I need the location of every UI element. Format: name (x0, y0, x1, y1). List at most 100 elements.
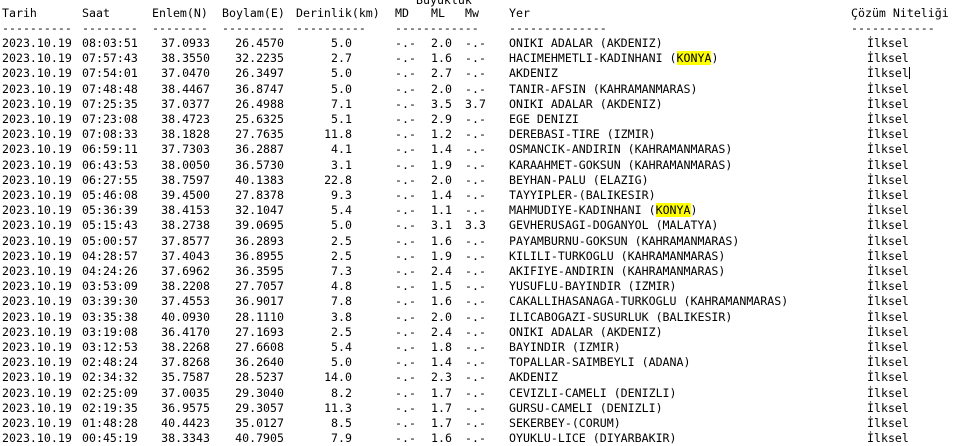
cell-date: 2023.10.19 (2, 127, 72, 142)
cell-quality: İlksel (867, 218, 909, 233)
cell-date: 2023.10.19 (2, 248, 72, 263)
rule-magnitude: ------------ (395, 21, 479, 35)
cell-lat: 37.4553 (161, 294, 210, 309)
cell-md: -.- (395, 142, 416, 157)
cell-mw: -.- (465, 340, 486, 354)
cell-time: 06:43:53 (82, 157, 138, 172)
cell-time: 07:23:08 (82, 112, 138, 126)
cell-depth: 7.3 (331, 264, 352, 278)
cell-depth: 7.1 (331, 96, 352, 111)
cell-time: 04:24:26 (82, 264, 138, 278)
cell-ml: 2.4 (431, 264, 452, 278)
cell-quality: İlksel (867, 96, 909, 111)
cell-depth: 2.5 (331, 324, 352, 339)
cell-date: 2023.10.19 (2, 142, 72, 157)
cell-location: ONIKI ADALAR (AKDENIZ) (509, 96, 663, 111)
cell-location: GURSU-CAMELI (DENIZLI) (509, 400, 663, 415)
cell-depth: 5.0 (331, 66, 352, 81)
cell-date: 2023.10.19 (2, 51, 72, 66)
cell-quality: İlksel (867, 142, 909, 157)
cell-date: 2023.10.19 (2, 157, 72, 172)
cell-time: 03:35:38 (82, 309, 138, 324)
cell-quality: İlksel (867, 203, 909, 218)
cell-lat: 38.0050 (161, 157, 210, 172)
cell-date: 2023.10.19 (2, 66, 72, 81)
cell-lat: 37.0035 (161, 385, 210, 400)
rule-location: -------------- (509, 21, 607, 35)
cell-lat: 35.7587 (161, 370, 210, 385)
table-row: 2023.10.19 03:39:30 37.4553 36.9017 7.8 -.- 1.… (0, 294, 962, 309)
cell-md: -.- (395, 96, 416, 111)
table-row: 2023.10.19 07:23:08 38.4723 25.6325 5.1 -.- 2.… (0, 112, 962, 127)
cell-md: -.- (395, 324, 416, 339)
cell-location: KARAAHMET-GOKSUN (KAHRAMANMARAS) (509, 157, 733, 172)
table-row: 2023.10.19 06:27:55 38.7597 40.1383 22.8 -.- 2… (0, 173, 962, 188)
cell-mw: -.- (465, 385, 486, 400)
cell-lat: 37.0470 (161, 66, 210, 81)
cell-quality: İlksel (867, 355, 909, 370)
cell-time: 02:34:32 (82, 370, 138, 385)
cell-ml: 1.6 (431, 233, 452, 248)
cell-depth: 5.0 (331, 218, 352, 233)
cell-depth: 2.5 (331, 233, 352, 248)
cell-lat: 40.4423 (161, 416, 210, 430)
cell-quality: İlksel (867, 264, 909, 278)
cell-lon: 36.8747 (235, 81, 284, 96)
cell-lat: 38.2738 (161, 218, 210, 233)
rule-quality: ------------ (851, 21, 935, 35)
cell-depth: 7.9 (331, 431, 352, 446)
table-row: 2023.10.19 07:57:43 38.3550 32.2235 2.7 -.- 1.… (0, 51, 962, 66)
cell-lon: 27.6608 (235, 340, 284, 354)
cell-location: SEKERBEY-(CORUM) (509, 416, 621, 430)
cell-ml: 2.4 (431, 324, 452, 339)
cell-lat: 37.0377 (161, 96, 210, 111)
cell-lat: 38.2268 (161, 340, 210, 354)
cell-lon: 26.4988 (235, 96, 284, 111)
table-row: 2023.10.19 06:59:11 37.7303 36.2887 4.1 -.- 1.… (0, 142, 962, 157)
cell-mw: -.- (465, 157, 486, 172)
cell-md: -.- (395, 279, 416, 294)
cell-lon: 36.2887 (235, 142, 284, 157)
cell-location: DEREBASI-TIRE (IZMIR) (509, 127, 656, 142)
cell-lon: 27.1693 (235, 324, 284, 339)
cell-location: ILICABOGAZI-SUSURLUK (BALIKESIR) (509, 309, 733, 324)
cell-lon: 36.3595 (235, 264, 284, 278)
cell-lon: 29.3040 (235, 385, 284, 400)
cell-md: -.- (395, 172, 416, 187)
cell-depth: 11.8 (324, 127, 352, 142)
cell-md: -.- (395, 51, 416, 66)
cell-md: -.- (395, 127, 416, 142)
cell-depth: 5.0 (331, 36, 352, 50)
cell-depth: 4.1 (331, 142, 352, 157)
col-header-location: Yer (509, 6, 530, 20)
cell-date: 2023.10.19 (2, 36, 72, 50)
cell-time: 05:00:57 (82, 233, 138, 248)
cell-md: -.- (395, 431, 416, 446)
text-cursor (908, 67, 910, 80)
table-row: 2023.10.19 07:25:35 37.0377 26.4988 7.1 -.- 3.… (0, 97, 962, 112)
cell-ml: 1.8 (431, 340, 452, 354)
cell-date: 2023.10.19 (2, 431, 72, 446)
cell-depth: 8.5 (331, 416, 352, 430)
cell-lon: 36.8955 (235, 248, 284, 263)
cell-mw: -.- (465, 127, 486, 142)
cell-md: -.- (395, 340, 416, 354)
cell-quality: İlksel (867, 294, 909, 309)
cell-quality: İlksel (867, 279, 909, 294)
table-row: 2023.10.19 05:15:43 38.2738 39.0695 5.0 -.- 3.… (0, 218, 962, 233)
cell-location: GEVHERUSAGI-DOGANYOL (MALATYA) (509, 218, 719, 233)
table-row: 2023.10.19 03:53:09 38.2208 27.7057 4.8 -.- 1.… (0, 279, 962, 294)
rule-lon: --------- (222, 21, 285, 35)
cell-md: -.- (395, 385, 416, 400)
cell-location: BAYINDIR (IZMIR) (509, 340, 621, 354)
col-header-mw: Mw (465, 6, 479, 20)
cell-mw: -.- (465, 112, 486, 126)
cell-location: OSMANCIK-ANDIRIN (KAHRAMANMARAS) (509, 142, 733, 157)
cell-date: 2023.10.19 (2, 188, 72, 202)
table-row: 2023.10.19 00:45:19 38.3343 40.7905 7.9 -.- 1.… (0, 431, 962, 446)
cell-md: -.- (395, 203, 416, 218)
cell-mw: 3.3 (465, 218, 486, 233)
cell-lat: 38.1828 (161, 127, 210, 142)
cell-lat: 38.7597 (161, 172, 210, 187)
cell-time: 02:25:09 (82, 385, 138, 400)
